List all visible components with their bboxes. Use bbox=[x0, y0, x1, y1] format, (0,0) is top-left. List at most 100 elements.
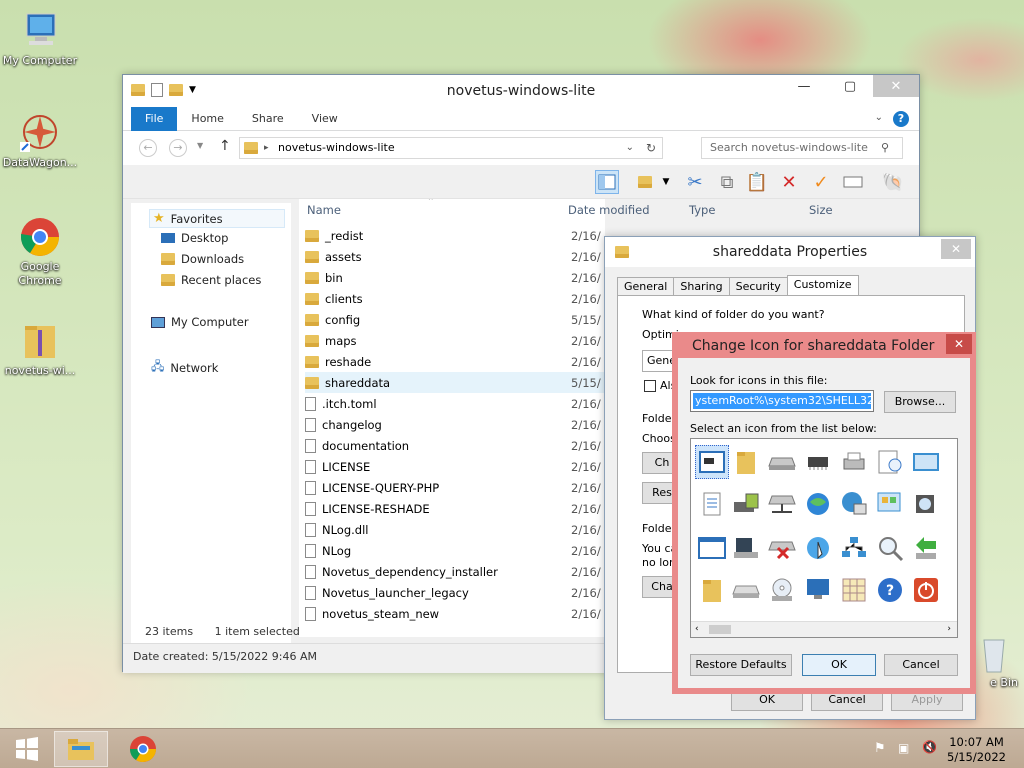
nav-network[interactable]: 🖧 Network bbox=[151, 357, 218, 378]
clock[interactable]: 10:07 AM 5/15/2022 bbox=[947, 735, 1006, 765]
file-row[interactable]: reshade bbox=[305, 351, 605, 372]
power-icon[interactable] bbox=[909, 573, 943, 607]
chip-icon[interactable] bbox=[801, 445, 835, 479]
file-row[interactable]: config bbox=[305, 309, 605, 330]
desktop-icon-datawagon[interactable]: DataWagon... bbox=[0, 112, 80, 170]
tab-home[interactable]: Home bbox=[177, 107, 237, 131]
cut-icon[interactable]: ✂ bbox=[683, 170, 707, 194]
window-icon[interactable] bbox=[695, 445, 729, 479]
file-row[interactable]: novetus_steam_new bbox=[305, 603, 605, 624]
icon-list-scrollbar[interactable]: ‹ › bbox=[691, 621, 957, 637]
folder-icon[interactable] bbox=[695, 573, 729, 607]
network-drive-icon[interactable] bbox=[765, 487, 799, 521]
file-row[interactable]: documentation bbox=[305, 435, 605, 456]
file-row[interactable]: maps bbox=[305, 330, 605, 351]
search-input[interactable]: Search novetus-windows-lite bbox=[701, 137, 903, 159]
scheduled-task-icon[interactable] bbox=[873, 445, 907, 479]
recent-locations-icon[interactable]: ▼ bbox=[197, 141, 203, 150]
file-row[interactable]: LICENSE bbox=[305, 456, 605, 477]
cancel-button[interactable]: Cancel bbox=[884, 654, 958, 676]
help-icon[interactable]: ? bbox=[893, 111, 909, 127]
ok-button[interactable]: OK bbox=[802, 654, 876, 676]
calculator-grid-icon[interactable] bbox=[837, 573, 871, 607]
cd-icon[interactable] bbox=[765, 573, 799, 607]
blank-window-icon[interactable] bbox=[695, 531, 729, 565]
file-row[interactable]: NLog bbox=[305, 540, 605, 561]
disconnected-drive-icon[interactable] bbox=[765, 531, 799, 565]
folder-options-icon[interactable] bbox=[633, 170, 657, 194]
volume-muted-icon[interactable]: 🔇 bbox=[922, 740, 937, 754]
file-row[interactable]: .itch.toml bbox=[305, 393, 605, 414]
desktop-icon-novetus[interactable]: novetus-wi... bbox=[0, 320, 80, 378]
icon-file-input[interactable]: ystemRoot%\system32\SHELL32.dll bbox=[690, 390, 874, 412]
also-apply-checkbox[interactable] bbox=[644, 380, 656, 392]
tab-general[interactable]: General bbox=[617, 277, 675, 297]
file-row[interactable]: shareddata bbox=[305, 372, 605, 393]
control-panel-icon[interactable] bbox=[873, 487, 907, 521]
column-header-size[interactable]: Size bbox=[809, 203, 833, 217]
scroll-left-icon[interactable]: ‹ bbox=[695, 624, 699, 634]
close-button[interactable]: ✕ bbox=[946, 334, 972, 354]
globe-icon[interactable] bbox=[801, 487, 835, 521]
scroll-right-icon[interactable]: › bbox=[947, 624, 951, 634]
monitor-icon[interactable] bbox=[801, 573, 835, 607]
address-bar[interactable]: ▸ novetus-windows-lite ⌄ ↻ bbox=[239, 137, 663, 159]
server-icon[interactable] bbox=[729, 487, 763, 521]
document-icon[interactable] bbox=[695, 487, 729, 521]
removable-drive-icon[interactable] bbox=[729, 573, 763, 607]
browse-button[interactable]: Browse... bbox=[884, 391, 956, 413]
rename-icon[interactable] bbox=[841, 170, 865, 194]
forward-button[interactable]: → bbox=[169, 139, 187, 157]
world-cursor-icon[interactable] bbox=[801, 531, 835, 565]
folder-icon[interactable] bbox=[729, 445, 763, 479]
file-row[interactable]: clients bbox=[305, 288, 605, 309]
desktop-icon-chrome[interactable]: Google Chrome bbox=[0, 216, 80, 288]
close-button[interactable]: ✕ bbox=[873, 75, 919, 97]
copy-icon[interactable]: ⧉ bbox=[715, 170, 739, 194]
tab-sharing[interactable]: Sharing bbox=[673, 277, 730, 297]
refresh-icon[interactable]: ↻ bbox=[646, 138, 656, 158]
back-button[interactable]: ← bbox=[139, 139, 157, 157]
arrow-install-icon[interactable] bbox=[909, 531, 943, 565]
tab-customize[interactable]: Customize bbox=[786, 275, 859, 297]
file-row[interactable]: Novetus_dependency_installer bbox=[305, 561, 605, 582]
cd-drive-icon[interactable] bbox=[909, 487, 943, 521]
file-row[interactable]: changelog bbox=[305, 414, 605, 435]
minimize-button[interactable]: — bbox=[781, 75, 827, 97]
taskbar-file-explorer[interactable] bbox=[54, 731, 108, 767]
magnifier-icon[interactable] bbox=[873, 531, 907, 565]
desktop-icon-my-computer[interactable]: My Computer bbox=[0, 10, 80, 68]
file-row[interactable]: bin bbox=[305, 267, 605, 288]
chevron-down-icon[interactable]: ▼ bbox=[659, 170, 673, 194]
nav-my-computer[interactable]: My Computer bbox=[151, 315, 249, 329]
network-globe-icon[interactable] bbox=[837, 487, 871, 521]
file-row[interactable]: assets bbox=[305, 246, 605, 267]
paste-icon[interactable]: 📋 bbox=[745, 170, 769, 194]
drive-icon[interactable] bbox=[765, 445, 799, 479]
preview-pane-icon[interactable] bbox=[595, 170, 619, 194]
column-header-name[interactable]: Name bbox=[307, 203, 341, 217]
tab-share[interactable]: Share bbox=[238, 107, 298, 131]
flag-icon[interactable]: ⚑ bbox=[874, 741, 886, 756]
restore-defaults-button[interactable]: Restore Defaults bbox=[690, 654, 792, 676]
display-icon[interactable] bbox=[909, 445, 943, 479]
file-row[interactable]: NLog.dll bbox=[305, 519, 605, 540]
file-row[interactable]: _redist bbox=[305, 225, 605, 246]
nav-desktop[interactable]: Desktop bbox=[161, 231, 228, 245]
printer-icon[interactable] bbox=[837, 445, 871, 479]
icon-list[interactable]: ? ‹ › bbox=[690, 438, 958, 638]
maximize-button[interactable]: ▢ bbox=[827, 75, 873, 97]
floppy-drive-icon[interactable] bbox=[729, 531, 763, 565]
nav-recent-places[interactable]: Recent places bbox=[161, 273, 261, 287]
delete-icon[interactable]: ✕ bbox=[777, 170, 801, 194]
help-icon[interactable]: ? bbox=[873, 573, 907, 607]
nav-favorites[interactable]: ★ Favorites bbox=[149, 209, 285, 228]
nav-downloads[interactable]: Downloads bbox=[161, 252, 244, 266]
file-row[interactable]: Novetus_launcher_legacy bbox=[305, 582, 605, 603]
tab-security[interactable]: Security bbox=[728, 277, 788, 297]
file-row[interactable]: LICENSE-QUERY-PHP bbox=[305, 477, 605, 498]
ribbon-expand-icon[interactable]: ⌄ bbox=[875, 112, 883, 123]
tab-view[interactable]: View bbox=[298, 107, 352, 131]
network-computers-icon[interactable] bbox=[837, 531, 871, 565]
file-row[interactable]: LICENSE-RESHADE bbox=[305, 498, 605, 519]
